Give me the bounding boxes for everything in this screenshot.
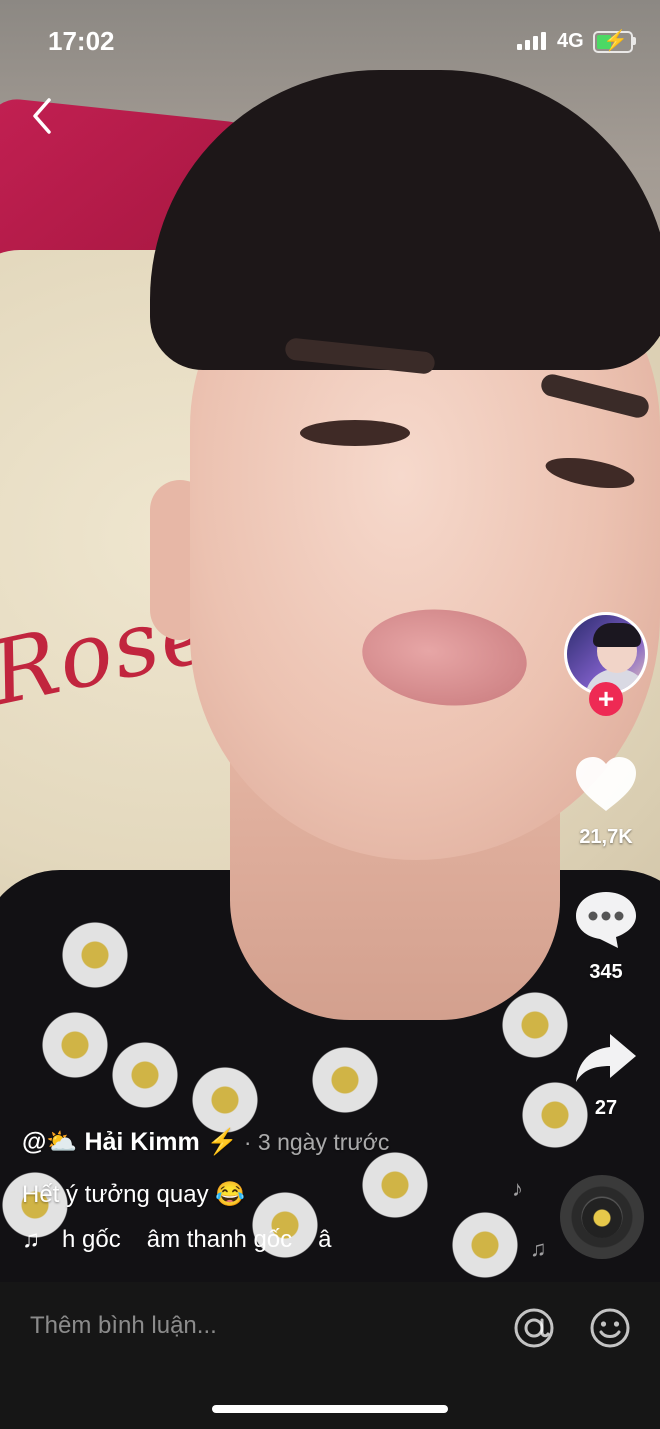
- back-chevron-icon: [33, 98, 51, 134]
- back-button[interactable]: [22, 96, 62, 136]
- share-button[interactable]: [574, 1030, 638, 1086]
- floating-note-icon: ♫: [530, 1236, 547, 1261]
- author-name[interactable]: @⛅ Hải Kimm ⚡: [22, 1128, 238, 1156]
- home-indicator[interactable]: [212, 1405, 448, 1413]
- status-bar: 17:02 4G ⚡: [0, 0, 660, 80]
- daisy: [110, 1040, 180, 1110]
- at-mention-icon: [514, 1308, 554, 1348]
- daisy: [360, 1150, 430, 1220]
- daisy: [310, 1045, 380, 1115]
- daisy: [450, 1210, 520, 1280]
- daisy: [60, 920, 130, 990]
- status-time: 17:02: [48, 26, 115, 56]
- music-text: â: [318, 1226, 332, 1253]
- music-note-icon: ♫: [22, 1226, 40, 1253]
- music-ticker[interactable]: ♫ h gốc âm thanh gốc â: [22, 1226, 382, 1256]
- comment-input[interactable]: Thêm bình luận...: [30, 1312, 470, 1340]
- video-player[interactable]: Rose: [0, 0, 660, 1282]
- signal-icon: [517, 32, 549, 50]
- mention-button[interactable]: [512, 1306, 556, 1350]
- comment-bubble-icon: [576, 892, 636, 948]
- heart-icon: [576, 757, 636, 811]
- comment-button[interactable]: [574, 888, 638, 950]
- music-disc-cover: [582, 1198, 622, 1238]
- like-count: 21,7K: [579, 826, 633, 848]
- daisy: [500, 990, 570, 1060]
- share-arrow-icon: [576, 1034, 636, 1082]
- network-type: 4G: [557, 30, 584, 52]
- charging-icon: ⚡: [603, 30, 628, 52]
- tiktok-video-screen: Rose 17:02 4G ⚡ + 21,7K 345 27 @⛅ Hải Ki…: [0, 0, 660, 1429]
- share-count: 27: [594, 1097, 618, 1119]
- follow-button[interactable]: +: [589, 682, 623, 716]
- comment-count: 345: [589, 961, 623, 983]
- eye-left: [300, 420, 410, 446]
- battery-tip: [633, 37, 636, 45]
- music-text: h gốc: [62, 1226, 121, 1253]
- daisy: [190, 1065, 260, 1135]
- like-button[interactable]: [574, 754, 638, 814]
- video-caption[interactable]: Hết ý tưởng quay 😂: [22, 1180, 245, 1209]
- floating-note-icon: ♪: [512, 1176, 523, 1201]
- post-time: · 3 ngày trước: [243, 1129, 390, 1155]
- emoji-button[interactable]: [588, 1306, 632, 1350]
- music-text: âm thanh gốc: [146, 1226, 293, 1253]
- daisy: [40, 1010, 110, 1080]
- video-author-line[interactable]: @⛅ Hải Kimm ⚡ · 3 ngày trước: [22, 1128, 389, 1157]
- emoji-icon: [590, 1308, 630, 1348]
